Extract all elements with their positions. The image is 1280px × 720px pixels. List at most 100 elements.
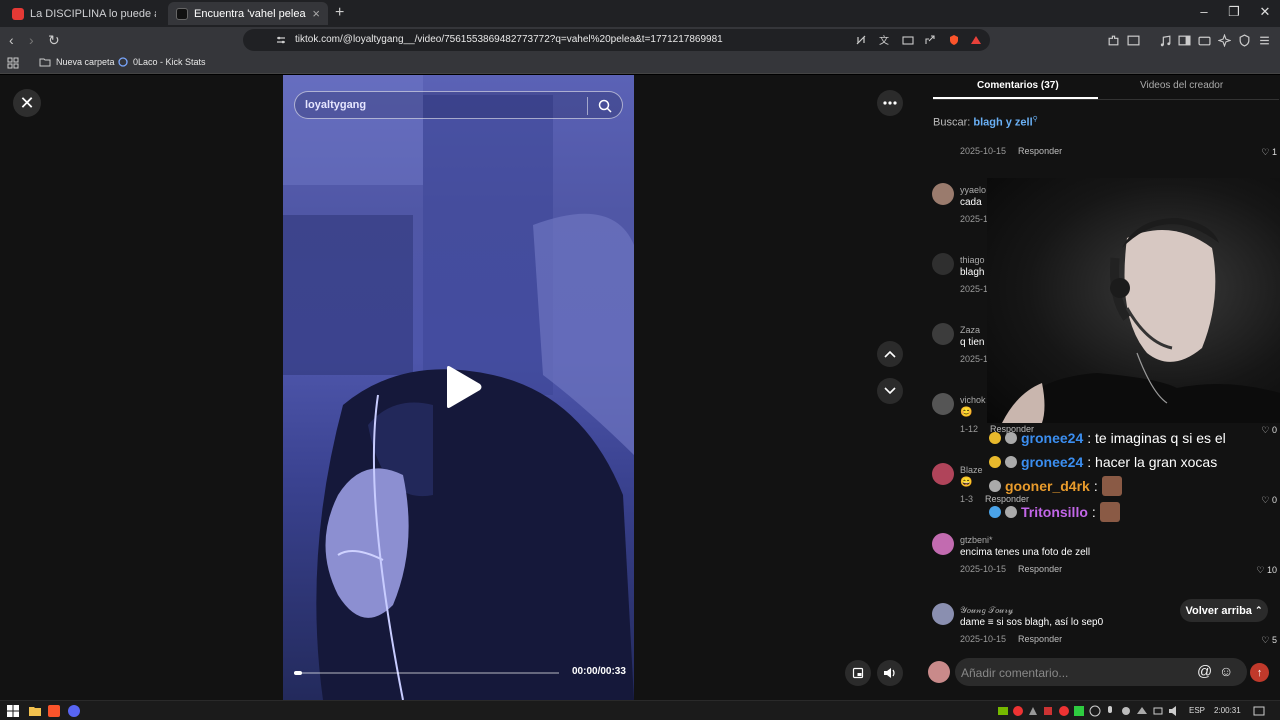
comment-author[interactable]: 𝒴𝑜𝓊𝓃𝑔 𝒯𝑜𝓊𝓇𝓎 <box>960 605 1013 616</box>
send-button[interactable]: ↑ <box>1250 663 1269 682</box>
previous-video-button[interactable] <box>877 341 903 367</box>
tab-comments[interactable]: Comentarios (37) <box>977 80 1059 91</box>
tray-app-icon[interactable] <box>1089 705 1101 717</box>
notifications-icon[interactable] <box>1253 705 1265 717</box>
close-tab-icon[interactable]: × <box>312 6 320 21</box>
like-number: 1 <box>1271 147 1277 157</box>
brave-rewards-icon[interactable] <box>970 34 982 46</box>
tray-app-icon[interactable] <box>1012 705 1024 717</box>
like-count[interactable]: ♡ 5 <box>1261 635 1277 646</box>
like-count[interactable]: ♡ 0 <box>1261 495 1277 506</box>
tray-app-icon[interactable] <box>1027 705 1039 717</box>
floating-player-button[interactable] <box>845 660 871 686</box>
avatar[interactable] <box>932 533 954 555</box>
ellipsis-icon <box>883 101 897 105</box>
new-tab-button[interactable]: + <box>335 4 344 22</box>
play-icon[interactable] <box>443 365 483 409</box>
bookmark-nueva-carpeta[interactable]: Nueva carpeta <box>39 57 115 67</box>
reply-button[interactable]: Responder <box>1018 146 1062 156</box>
next-video-button[interactable] <box>877 378 903 404</box>
search-term[interactable]: blagh y zell <box>973 117 1032 129</box>
video-search-bar[interactable]: loyaltygang <box>294 91 623 119</box>
more-options-button[interactable] <box>877 90 903 116</box>
video-player[interactable]: loyaltygang 00:00/00:33 <box>283 75 634 700</box>
windows-start-icon[interactable] <box>7 705 19 717</box>
tab-tiktok[interactable]: Encuentra 'vahel pelea' en TikTok × <box>168 2 328 25</box>
like-count[interactable]: ♡ 10 <box>1256 565 1277 576</box>
brave-browser-icon[interactable] <box>48 705 60 717</box>
like-count[interactable]: ♡ 0 <box>1261 425 1277 436</box>
comment-date: 2025-10-15 <box>960 146 1007 156</box>
tray-app-icon[interactable] <box>1073 705 1085 717</box>
brave-shield-icon[interactable] <box>948 34 960 46</box>
network-icon[interactable] <box>1152 705 1164 717</box>
speaker-icon[interactable] <box>1168 705 1180 717</box>
comment-author[interactable]: Zaza <box>960 325 980 335</box>
search-icon[interactable] <box>598 99 612 113</box>
menu-icon[interactable] <box>1258 34 1271 47</box>
comment-author[interactable]: thiago <box>960 255 985 265</box>
avatar[interactable] <box>932 463 954 485</box>
tray-app-icon[interactable] <box>1042 705 1054 717</box>
reload-icon[interactable]: ↻ <box>48 32 60 49</box>
comment-author[interactable]: Blaze <box>960 465 983 475</box>
active-tab-indicator <box>933 97 1098 99</box>
close-window-icon[interactable]: ✕ <box>1255 4 1275 20</box>
media-icon[interactable] <box>1159 34 1172 47</box>
search-suggestion[interactable]: Buscar: blagh y zell⚲ <box>933 115 1038 129</box>
cast-icon[interactable] <box>902 34 914 46</box>
nvidia-tray-icon[interactable] <box>997 705 1009 717</box>
video-progress-bar[interactable] <box>294 671 559 675</box>
tab-creator-videos[interactable]: Videos del creador <box>1140 80 1223 91</box>
reply-button[interactable]: Responder <box>1018 634 1062 644</box>
avatar[interactable] <box>932 253 954 275</box>
close-video-button[interactable]: ✕ <box>13 89 41 117</box>
tray-app-icon[interactable] <box>1120 705 1132 717</box>
tray-app-icon[interactable] <box>1058 705 1070 717</box>
avatar[interactable] <box>932 183 954 205</box>
progress-handle[interactable] <box>294 671 302 675</box>
chat-username: gronee24 <box>1021 454 1084 470</box>
forward-icon[interactable]: › <box>29 32 34 48</box>
sidebar-icon[interactable] <box>1178 34 1191 47</box>
comment-author[interactable]: yyaelo <box>960 185 986 195</box>
wallet-icon[interactable] <box>1198 34 1211 47</box>
tray-app-icon[interactable] <box>1136 705 1148 717</box>
back-icon[interactable]: ‹ <box>9 32 14 48</box>
tab-youtube[interactable]: La DISCIPLINA lo puede a TODO - El <box>4 2 164 25</box>
minimize-icon[interactable]: – <box>1194 4 1214 19</box>
emoji-icon[interactable]: ☺ <box>1219 663 1233 679</box>
volume-button[interactable] <box>877 660 903 686</box>
leo-ai-icon[interactable] <box>1218 34 1231 47</box>
avatar[interactable] <box>932 603 954 625</box>
comment-author[interactable]: gtzbeni* <box>960 535 993 545</box>
language-indicator[interactable]: ESP <box>1189 706 1205 715</box>
subscriber-badge-icon <box>989 432 1001 444</box>
avatar[interactable] <box>932 323 954 345</box>
translate-icon[interactable]: 文 <box>879 34 891 46</box>
kick-stats-icon <box>118 57 128 67</box>
clock[interactable]: 2:00:31 <box>1214 706 1241 715</box>
microphone-icon[interactable] <box>1104 705 1116 717</box>
vpn-shield-icon[interactable] <box>1238 34 1251 47</box>
extensions-icon[interactable] <box>1107 34 1120 47</box>
file-explorer-icon[interactable] <box>29 705 41 717</box>
share-icon[interactable] <box>924 34 936 46</box>
comment-input[interactable]: Añadir comentario... @ ☺ <box>955 658 1247 686</box>
like-count[interactable]: ♡ 1 <box>1261 147 1277 158</box>
site-settings-icon[interactable] <box>275 34 287 46</box>
screenshot-icon[interactable] <box>1127 34 1140 47</box>
restore-icon[interactable]: ❐ <box>1224 4 1244 20</box>
mention-icon[interactable]: @ <box>1197 663 1212 680</box>
bookmark-kick-stats[interactable]: 0Laco - Kick Stats <box>118 57 206 67</box>
apps-grid-icon[interactable] <box>7 57 19 69</box>
no-tracking-icon[interactable] <box>855 34 867 46</box>
discord-icon[interactable] <box>68 705 80 717</box>
address-bar[interactable]: tiktok.com/@loyaltygang__/video/75615538… <box>243 29 990 51</box>
video-search-input[interactable]: loyaltygang <box>305 99 366 111</box>
back-to-top-button[interactable]: Volver arriba ⌃ <box>1180 599 1268 622</box>
avatar[interactable] <box>932 393 954 415</box>
comment-author[interactable]: vichok <box>960 395 986 405</box>
comment-date: 1-3 <box>960 494 974 504</box>
reply-button[interactable]: Responder <box>1018 564 1062 574</box>
